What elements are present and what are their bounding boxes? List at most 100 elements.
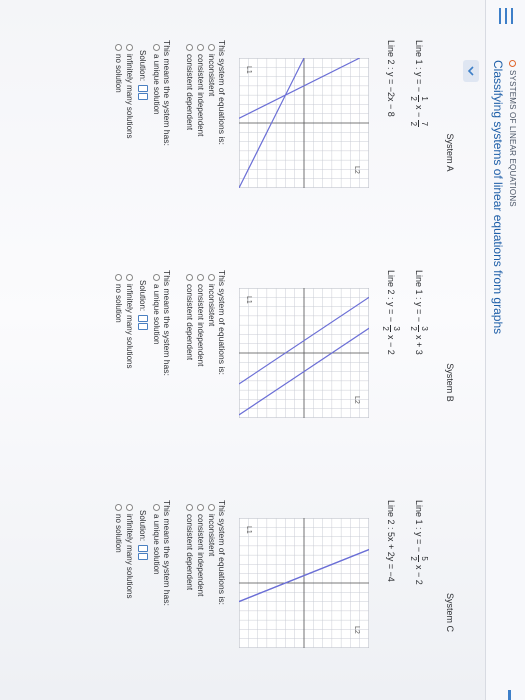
system-c-column: System C Line 1 : y = − 52 x − 2 Line 2 …: [5, 500, 455, 700]
denominator: 2: [409, 121, 419, 127]
line1-equation: Line 1 : y = − 12 x − 72: [405, 40, 433, 265]
fraction: 12: [409, 95, 430, 103]
solution-input[interactable]: [138, 315, 148, 331]
radio-button[interactable]: [115, 504, 122, 511]
graph-a: L1 L2: [239, 58, 369, 188]
option-unique-solution[interactable]: a unique solution: [151, 504, 162, 700]
radio-button[interactable]: [186, 44, 193, 51]
option-no-solution[interactable]: no solution: [113, 44, 124, 265]
screenshot-photo: SYSTEMS OF LINEAR EQUATIONS Classifying …: [0, 0, 525, 700]
solution-input[interactable]: [138, 545, 148, 561]
option-text: inconsistent: [207, 284, 216, 327]
numerator: 7: [420, 121, 430, 127]
option-consistent-independent[interactable]: consistent independent: [195, 44, 206, 265]
eq-text: Line 2 : y = −: [386, 270, 396, 323]
option-text: consistent independent: [196, 284, 205, 367]
coordinate-plane: L1 L2: [239, 288, 369, 418]
option-text: consistent dependent: [185, 514, 194, 591]
radio-button[interactable]: [197, 274, 204, 281]
option-inconsistent[interactable]: inconsistent: [206, 504, 217, 700]
fraction: 52: [410, 555, 430, 563]
radio-button[interactable]: [186, 504, 193, 511]
option-text: infinitely many solutions: [125, 284, 134, 369]
option-inconsistent[interactable]: inconsistent: [206, 44, 217, 265]
numerator: 5: [420, 556, 430, 561]
means-label: This means the system has:: [162, 40, 172, 146]
line1-label: L1: [245, 296, 252, 304]
numerator: 3: [420, 326, 430, 331]
option-consistent-dependent[interactable]: consistent dependent: [184, 44, 195, 265]
option-text: inconsistent: [207, 54, 216, 97]
coordinate-plane: L1 L2: [239, 58, 369, 188]
option-infinitely-many[interactable]: infinitely many solutions: [124, 44, 135, 265]
solution-label: Solution:: [138, 280, 148, 312]
radio-button[interactable]: [197, 504, 204, 511]
option-consistent-independent[interactable]: consistent independent: [195, 274, 206, 495]
radio-button[interactable]: [197, 44, 204, 51]
system-title: System A: [445, 133, 455, 172]
question-label: This system of equations is:: [217, 40, 227, 145]
radio-button[interactable]: [208, 44, 215, 51]
system-a-column: System A Line 1 : y = − 12 x − 72 Line 2…: [5, 40, 455, 265]
option-no-solution[interactable]: no solution: [113, 504, 124, 700]
radio-button[interactable]: [153, 44, 160, 51]
system-title: System C: [445, 592, 455, 632]
option-consistent-independent[interactable]: consistent independent: [195, 504, 206, 700]
line2-label: L2: [353, 396, 360, 404]
radio-button[interactable]: [126, 44, 133, 51]
radio-button[interactable]: [115, 274, 122, 281]
graph-b: L1 L2: [239, 288, 369, 418]
option-no-solution[interactable]: no solution: [113, 274, 124, 495]
solution-label: Solution:: [138, 50, 148, 82]
fraction: 32: [410, 325, 430, 333]
fraction: 32: [381, 325, 402, 333]
line1-label: L1: [245, 66, 252, 74]
eq-text: Line 1 : y = −: [414, 270, 424, 323]
section-label: SYSTEMS OF LINEAR EQUATIONS: [508, 60, 517, 207]
option-unique-solution[interactable]: a unique solution: [151, 44, 162, 265]
radio-button[interactable]: [153, 504, 160, 511]
denominator: 2: [409, 96, 419, 101]
eq-text: x + 3: [414, 335, 424, 355]
option-text: consistent independent: [196, 514, 205, 597]
fraction: 72: [409, 120, 430, 128]
page-title: Classifying systems of linear equations …: [491, 60, 505, 335]
option-text: a unique solution: [152, 514, 161, 575]
eq-text: x − 2: [414, 565, 424, 585]
bar-indicator: [508, 690, 511, 700]
radio-button[interactable]: [115, 44, 122, 51]
solution-row: Solution:: [138, 280, 148, 495]
system-title: System B: [445, 363, 455, 402]
eq-text: Line 1 : y = −: [414, 40, 424, 93]
option-text: consistent independent: [196, 54, 205, 137]
eq-text: x −: [414, 105, 424, 118]
question-label: This system of equations is:: [217, 270, 227, 375]
option-consistent-dependent[interactable]: consistent dependent: [184, 274, 195, 495]
radio-button[interactable]: [126, 274, 133, 281]
line2-equation: Line 2 : y = − 32 x − 2: [377, 270, 405, 495]
line1-equation: Line 1 : y = − 32 x + 3: [405, 270, 433, 495]
option-unique-solution[interactable]: a unique solution: [151, 274, 162, 495]
option-inconsistent[interactable]: inconsistent: [206, 274, 217, 495]
radio-button[interactable]: [153, 274, 160, 281]
option-text: consistent dependent: [185, 284, 194, 361]
radio-button[interactable]: [208, 274, 215, 281]
line1-equation: Line 1 : y = − 52 x − 2: [405, 500, 433, 700]
collapse-button[interactable]: [463, 60, 479, 82]
option-infinitely-many[interactable]: infinitely many solutions: [124, 504, 135, 700]
radio-button[interactable]: [208, 504, 215, 511]
denominator: 2: [381, 326, 391, 331]
solution-row: Solution:: [138, 510, 148, 700]
means-label: This means the system has:: [162, 500, 172, 606]
numerator: 3: [392, 326, 402, 331]
menu-icon[interactable]: [499, 8, 513, 24]
radio-button[interactable]: [186, 274, 193, 281]
solution-label: Solution:: [138, 510, 148, 542]
eq-text: x − 2: [386, 335, 396, 355]
line1-label: L1: [245, 526, 252, 534]
option-text: consistent dependent: [185, 54, 194, 131]
radio-button[interactable]: [126, 504, 133, 511]
solution-input[interactable]: [138, 85, 148, 101]
option-consistent-dependent[interactable]: consistent dependent: [184, 504, 195, 700]
option-infinitely-many[interactable]: infinitely many solutions: [124, 274, 135, 495]
